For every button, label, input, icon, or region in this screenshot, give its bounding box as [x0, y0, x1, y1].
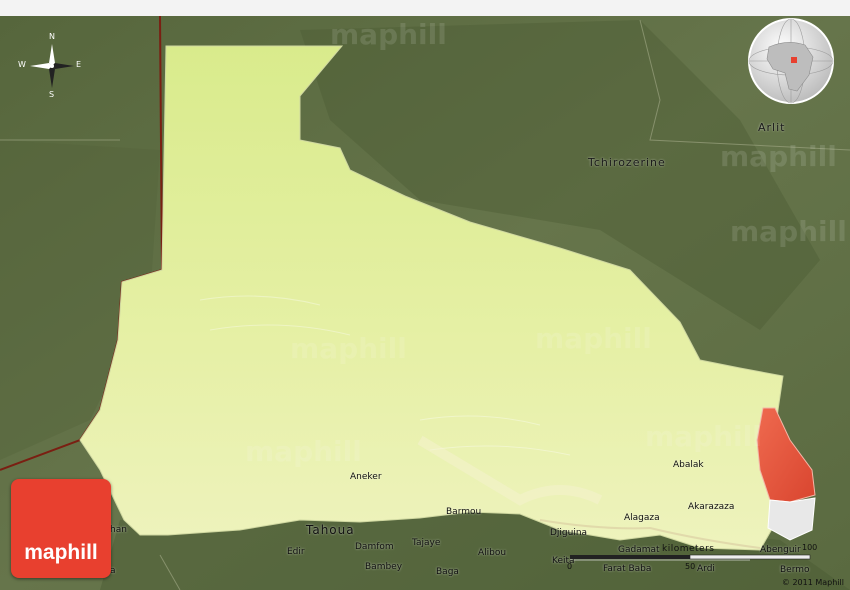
map-canvas[interactable]: maphill maphill maphill maphill maphill … — [0, 0, 850, 590]
scale-bar: kilometers 0 50 100 — [565, 543, 818, 575]
compass-rose: N S E W — [18, 32, 86, 100]
place-label-abalak: Abalak — [673, 460, 704, 470]
place-label-partial-han: han — [110, 525, 127, 535]
watermark-6: maphill — [245, 435, 362, 468]
top-margin — [0, 0, 850, 16]
logo-text: maphill — [24, 541, 98, 564]
place-label-tahoua: Tahoua — [306, 523, 355, 537]
watermark-5: maphill — [535, 322, 652, 355]
compass-north-label: N — [49, 32, 55, 41]
scale-tick-50: 50 — [685, 562, 696, 571]
place-label-alibou: Alibou — [478, 548, 507, 558]
watermark-2: maphill — [720, 140, 837, 173]
watermark-1: maphill — [330, 18, 447, 51]
place-label-alagaza: Alagaza — [624, 513, 660, 523]
watermark-4: maphill — [290, 332, 407, 365]
compass-south-label: S — [49, 90, 55, 99]
globe-icon — [748, 18, 834, 104]
compass-west-label: W — [18, 60, 26, 69]
watermark-7: maphill — [645, 420, 762, 453]
place-label-barmou: Barmou — [446, 507, 482, 517]
place-label-aneker: Aneker — [350, 472, 382, 482]
scale-unit-label: kilometers — [662, 544, 715, 554]
place-label-djiguina: Djiguina — [550, 528, 588, 538]
scale-tick-0: 0 — [567, 562, 573, 571]
place-label-arlit: Arlit — [758, 121, 786, 134]
locator-globe — [747, 17, 835, 105]
place-label-bambey: Bambey — [365, 562, 403, 572]
place-label-tajaye: Tajaye — [412, 538, 441, 548]
place-label-damfom: Damfom — [355, 542, 394, 552]
place-label-tchirozerine: Tchirozerine — [588, 156, 666, 169]
place-label-edir: Edir — [287, 547, 305, 557]
copyright-text: © 2011 Maphill — [781, 578, 844, 587]
watermark-3: maphill — [730, 215, 847, 248]
place-label-akarazaza: Akarazaza — [688, 502, 735, 512]
maphill-logo[interactable]: maphill — [11, 479, 111, 578]
compass-east-label: E — [76, 60, 82, 69]
place-label-baga: Baga — [436, 567, 459, 577]
scale-tick-100: 100 — [802, 543, 818, 552]
